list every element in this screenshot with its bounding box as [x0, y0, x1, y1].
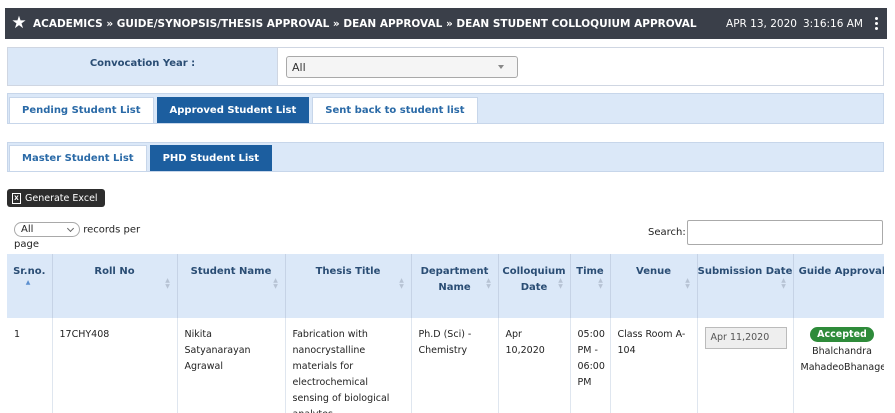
tab-pending-student-list[interactable]: Pending Student List — [9, 97, 154, 123]
tab-master-student-list[interactable]: Master Student List — [9, 145, 147, 171]
generate-excel-button[interactable]: X Generate Excel — [7, 189, 105, 207]
cell-dept: Ph.D (Sci) - Chemistry — [411, 318, 499, 413]
convocation-filter: Convocation Year : All — [7, 47, 884, 86]
sort-icon: ▲ ▼ — [486, 277, 491, 290]
col-header-title[interactable]: Thesis Title ▲ ▼ — [285, 254, 412, 318]
col-header-venue[interactable]: Venue ▲ ▼ — [610, 254, 698, 318]
table-row: 1 17CHY408 Nikita Satyanarayan Agrawal F… — [7, 318, 884, 413]
search-label: Search: — [648, 227, 686, 238]
cell-venue: Class Room A-104 — [610, 318, 698, 413]
sort-icon: ▲ ▼ — [685, 277, 690, 290]
submission-date-field: Apr 11,2020 — [704, 327, 787, 349]
col-header-guide-approval[interactable]: Guide Approval — [793, 254, 884, 318]
convocation-label: Convocation Year : — [8, 48, 277, 85]
tab-sent-back-student-list[interactable]: Sent back to student list — [312, 97, 478, 123]
cell-time: 05:00 PM - 06:00 PM — [570, 318, 611, 413]
cell-roll: 17CHY408 — [52, 318, 178, 413]
time-text: 3:16:16 AM — [802, 17, 863, 30]
generate-excel-label: Generate Excel — [25, 192, 98, 204]
cell-colloquium-date: Apr 10,2020 — [498, 318, 571, 413]
col-header-roll[interactable]: Roll No ▲ ▼ — [52, 254, 178, 318]
top-header-bar: ★ ACADEMICS » GUIDE/SYNOPSIS/THESIS APPR… — [5, 8, 887, 39]
status-badge: Accepted — [810, 327, 874, 342]
cell-submission-date: Apr 11,2020 — [697, 318, 794, 413]
tab-phd-student-list[interactable]: PHD Student List — [149, 145, 273, 171]
records-per-page-control: All records per page — [14, 222, 146, 252]
sort-icon: ▲ ▼ — [558, 277, 563, 290]
guide-name: Bhalchandra MahadeoBhanage — [800, 346, 885, 373]
cell-guide-approval: Accepted Bhalchandra MahadeoBhanage — [793, 318, 884, 413]
sort-icon: ▲ ▼ — [165, 277, 170, 290]
sort-icon: ▲ ▼ — [781, 277, 786, 290]
col-header-submission-date[interactable]: Submission Date ▲ ▼ — [697, 254, 794, 318]
date-text: APR 13, 2020 — [726, 17, 797, 30]
sort-asc-icon: ▲ — [25, 279, 31, 286]
star-icon[interactable]: ★ — [5, 8, 33, 39]
sort-icon: ▲ ▼ — [598, 277, 603, 290]
col-header-dept[interactable]: Department Name ▲ ▼ — [411, 254, 499, 318]
program-tab-bar: Master Student List PHD Student List — [7, 142, 884, 172]
convocation-select[interactable]: All — [286, 56, 518, 78]
convocation-field: All — [277, 48, 883, 85]
cell-name: Nikita Satyanarayan Agrawal — [177, 318, 286, 413]
sort-icon: ▲ ▼ — [399, 277, 404, 290]
datetime-display: APR 13, 2020 3:16:16 AM — [720, 18, 863, 30]
table-header-row: Sr.no. ▲ Roll No ▲ ▼ Student Name ▲ ▼ Thesis … — [7, 254, 884, 318]
records-per-page-label-page: page — [14, 238, 39, 250]
tab-approved-student-list[interactable]: Approved Student List — [156, 97, 310, 123]
col-header-colloquium-date[interactable]: Colloquium Date ▲ ▼ — [498, 254, 571, 318]
col-header-name[interactable]: Student Name ▲ ▼ — [177, 254, 286, 318]
cell-srno: 1 — [7, 318, 53, 413]
records-per-page-label: records per — [83, 224, 141, 236]
student-table: Sr.no. ▲ Roll No ▲ ▼ Student Name ▲ ▼ Thesis … — [7, 254, 884, 413]
cell-title: Fabrication with nanocrystalline materia… — [285, 318, 412, 413]
excel-file-icon: X — [12, 192, 21, 204]
kebab-menu-icon[interactable] — [871, 17, 881, 30]
status-tab-bar: Pending Student List Approved Student Li… — [7, 93, 884, 124]
search-input[interactable] — [687, 220, 883, 245]
col-header-time[interactable]: Time ▲ ▼ — [570, 254, 611, 318]
breadcrumb: ACADEMICS » GUIDE/SYNOPSIS/THESIS APPROV… — [33, 17, 697, 30]
sort-icon: ▲ ▼ — [273, 277, 278, 290]
records-per-page-select[interactable]: All — [14, 222, 80, 237]
col-header-srno[interactable]: Sr.no. ▲ — [7, 254, 53, 318]
